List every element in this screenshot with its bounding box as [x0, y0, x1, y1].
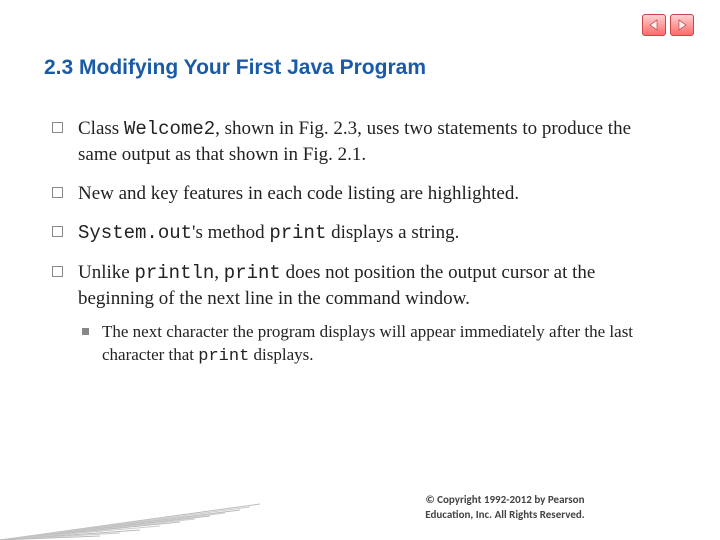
bullet-item: Class Welcome2, shown in Fig. 2.3, uses … [48, 116, 672, 167]
triangle-left-icon [648, 19, 660, 31]
text: , [214, 262, 224, 283]
text: The next character the program displays … [102, 322, 633, 363]
bullet-item: New and key features in each code listin… [48, 181, 672, 206]
prev-button[interactable] [642, 14, 666, 36]
text: 's method [192, 222, 269, 243]
code-text: print [198, 347, 249, 366]
nav-buttons [642, 14, 694, 36]
footer-line: Education, Inc. All Rights Reserved. [425, 508, 584, 521]
text: Class [78, 118, 124, 139]
bullet-list: Class Welcome2, shown in Fig. 2.3, uses … [48, 116, 672, 368]
code-text: print [269, 222, 326, 244]
next-button[interactable] [670, 14, 694, 36]
text: displays a string. [326, 222, 459, 243]
code-text: System.out [78, 222, 192, 244]
text: New and key features in each code listin… [78, 183, 519, 204]
bullet-item: Unlike println, print does not position … [48, 260, 672, 368]
copyright-footer: © Copyright 1992-2012 by Pearson Educati… [370, 493, 640, 522]
text: Unlike [78, 262, 134, 283]
code-text: print [224, 262, 281, 284]
triangle-right-icon [676, 19, 688, 31]
code-text: println [134, 262, 214, 284]
text: displays. [249, 345, 313, 364]
section-heading: 2.3 Modifying Your First Java Program [44, 56, 426, 80]
decorative-wedge-icon [0, 470, 260, 540]
sub-bullet-list: The next character the program displays … [78, 321, 672, 368]
footer-line: © Copyright 1992-2012 by Pearson [425, 493, 584, 506]
bullet-item: System.out's method print displays a str… [48, 220, 672, 246]
sub-bullet-item: The next character the program displays … [78, 321, 672, 368]
code-text: Welcome2 [124, 118, 215, 140]
slide-content: Class Welcome2, shown in Fig. 2.3, uses … [48, 116, 672, 382]
